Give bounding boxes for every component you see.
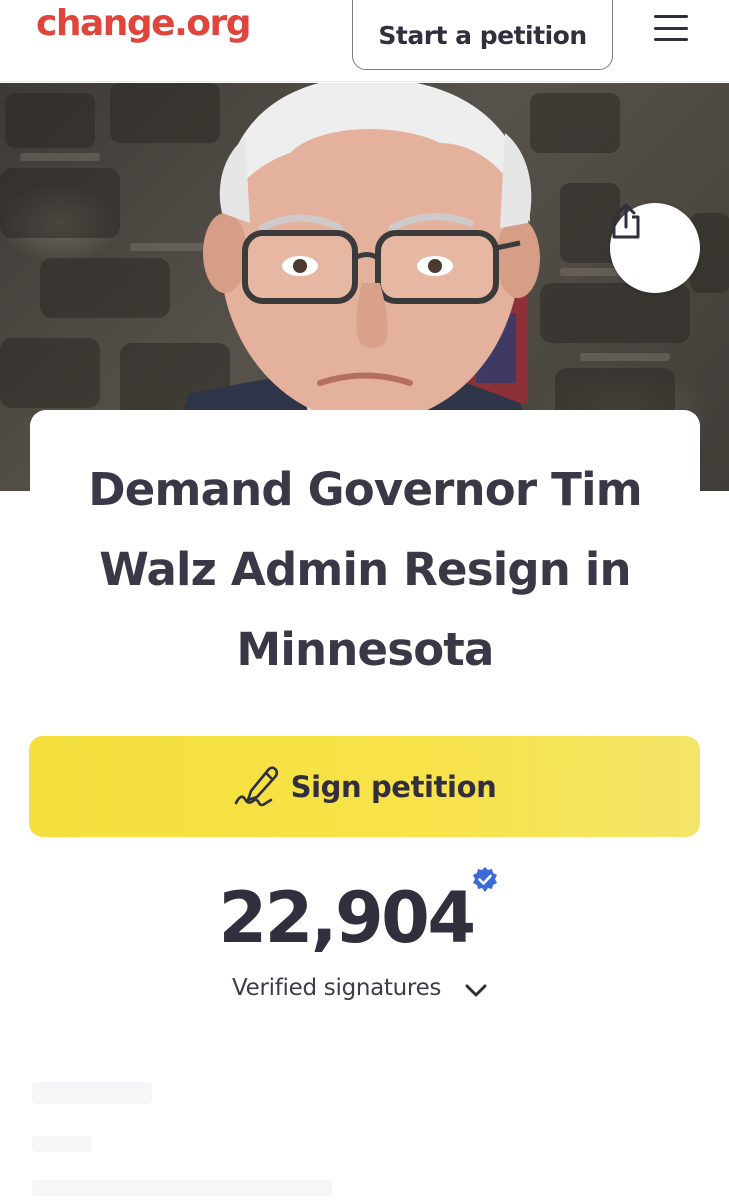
- sign-petition-button[interactable]: Sign petition: [29, 736, 700, 837]
- faint-section-heading: [32, 1082, 152, 1104]
- signature-pen-icon: [234, 765, 278, 806]
- petition-title-card: Demand Governor Tim Walz Admin Resign in…: [30, 410, 700, 700]
- top-header: change.org Start a petition: [0, 0, 729, 82]
- verified-signatures-label[interactable]: Verified signatures: [232, 975, 441, 1001]
- petition-page: change.org Start a petition Demand Gover…: [0, 0, 729, 1200]
- start-petition-button[interactable]: Start a petition: [352, 0, 613, 70]
- hamburger-menu-icon[interactable]: [654, 15, 688, 41]
- share-button[interactable]: [610, 203, 700, 293]
- chevron-down-icon[interactable]: [464, 982, 488, 1000]
- signature-count: 22,904: [218, 877, 476, 959]
- petition-title: Demand Governor Tim Walz Admin Resign in…: [88, 463, 642, 676]
- verified-badge-icon: [473, 867, 497, 892]
- faint-text-line: [32, 1136, 92, 1152]
- share-icon: [612, 203, 640, 239]
- change-org-logo[interactable]: change.org: [36, 3, 252, 44]
- faint-text-line: [32, 1180, 332, 1196]
- sign-petition-label: Sign petition: [290, 769, 497, 804]
